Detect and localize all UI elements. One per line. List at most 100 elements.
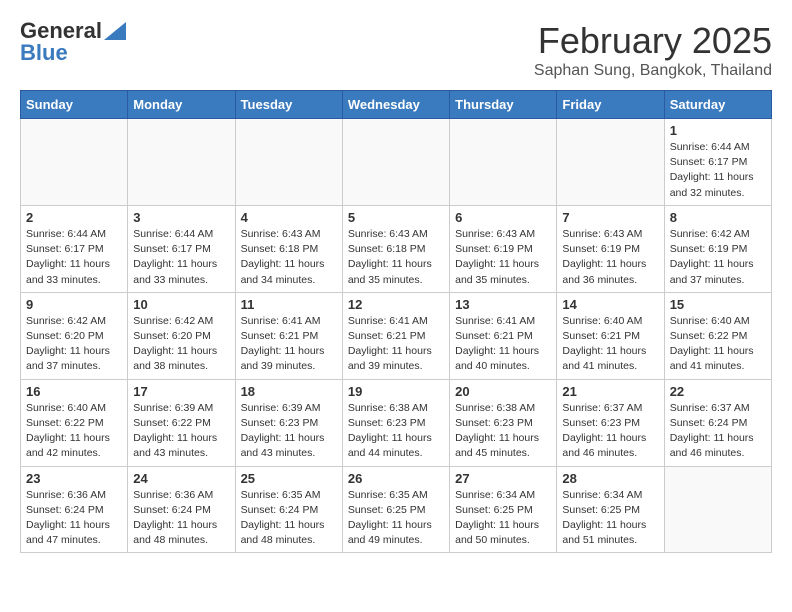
day-info: Sunrise: 6:36 AM Sunset: 6:24 PM Dayligh… [133, 488, 229, 549]
day-info: Sunrise: 6:44 AM Sunset: 6:17 PM Dayligh… [26, 227, 122, 288]
day-info: Sunrise: 6:40 AM Sunset: 6:22 PM Dayligh… [26, 401, 122, 462]
calendar-cell: 9 Sunrise: 6:42 AM Sunset: 6:20 PM Daylig… [21, 292, 128, 379]
day-info: Sunrise: 6:34 AM Sunset: 6:25 PM Dayligh… [562, 488, 658, 549]
day-number: 19 [348, 384, 444, 399]
day-number: 16 [26, 384, 122, 399]
logo-general-text: General [20, 20, 102, 42]
calendar-cell: 4 Sunrise: 6:43 AM Sunset: 6:18 PM Daylig… [235, 205, 342, 292]
calendar-cell: 20Sunrise: 6:38 AM Sunset: 6:23 PM Dayli… [450, 379, 557, 466]
day-number: 15 [670, 297, 766, 312]
calendar-cell: 24Sunrise: 6:36 AM Sunset: 6:24 PM Dayli… [128, 466, 235, 553]
calendar-cell [557, 119, 664, 206]
day-info: Sunrise: 6:44 AM Sunset: 6:17 PM Dayligh… [670, 140, 766, 201]
day-info: Sunrise: 6:38 AM Sunset: 6:23 PM Dayligh… [455, 401, 551, 462]
day-info: Sunrise: 6:37 AM Sunset: 6:24 PM Dayligh… [670, 401, 766, 462]
month-title: February 2025 [534, 20, 772, 62]
logo: General Blue [20, 20, 126, 64]
calendar-cell: 23 Sunrise: 6:36 AM Sunset: 6:24 PM Dayli… [21, 466, 128, 553]
day-number: 5 [348, 210, 444, 225]
day-info: Sunrise: 6:40 AM Sunset: 6:22 PM Dayligh… [670, 314, 766, 375]
calendar-cell: 17 Sunrise: 6:39 AM Sunset: 6:22 PM Dayli… [128, 379, 235, 466]
day-number: 26 [348, 471, 444, 486]
calendar-week-row: 9 Sunrise: 6:42 AM Sunset: 6:20 PM Daylig… [21, 292, 772, 379]
calendar-week-row: 1 Sunrise: 6:44 AM Sunset: 6:17 PM Daylig… [21, 119, 772, 206]
weekday-header-thursday: Thursday [450, 91, 557, 119]
day-number: 27 [455, 471, 551, 486]
calendar-week-row: 2 Sunrise: 6:44 AM Sunset: 6:17 PM Daylig… [21, 205, 772, 292]
calendar-cell: 5 Sunrise: 6:43 AM Sunset: 6:18 PM Daylig… [342, 205, 449, 292]
calendar-cell [342, 119, 449, 206]
calendar-cell: 3 Sunrise: 6:44 AM Sunset: 6:17 PM Daylig… [128, 205, 235, 292]
day-info: Sunrise: 6:36 AM Sunset: 6:24 PM Dayligh… [26, 488, 122, 549]
day-number: 6 [455, 210, 551, 225]
day-number: 1 [670, 123, 766, 138]
day-number: 28 [562, 471, 658, 486]
day-info: Sunrise: 6:43 AM Sunset: 6:18 PM Dayligh… [348, 227, 444, 288]
day-number: 11 [241, 297, 337, 312]
day-number: 2 [26, 210, 122, 225]
weekday-header-sunday: Sunday [21, 91, 128, 119]
day-number: 14 [562, 297, 658, 312]
day-number: 10 [133, 297, 229, 312]
calendar-week-row: 16 Sunrise: 6:40 AM Sunset: 6:22 PM Dayli… [21, 379, 772, 466]
day-info: Sunrise: 6:35 AM Sunset: 6:24 PM Dayligh… [241, 488, 337, 549]
day-number: 9 [26, 297, 122, 312]
weekday-header-tuesday: Tuesday [235, 91, 342, 119]
calendar-cell: 6 Sunrise: 6:43 AM Sunset: 6:19 PM Daylig… [450, 205, 557, 292]
page-header: General Blue February 2025 Saphan Sung, … [20, 20, 772, 80]
day-number: 12 [348, 297, 444, 312]
day-number: 18 [241, 384, 337, 399]
calendar-cell: 21Sunrise: 6:37 AM Sunset: 6:23 PM Dayli… [557, 379, 664, 466]
calendar-cell: 18 Sunrise: 6:39 AM Sunset: 6:23 PM Dayli… [235, 379, 342, 466]
calendar-cell [235, 119, 342, 206]
weekday-header-wednesday: Wednesday [342, 91, 449, 119]
day-number: 13 [455, 297, 551, 312]
calendar-cell: 22 Sunrise: 6:37 AM Sunset: 6:24 PM Dayli… [664, 379, 771, 466]
day-info: Sunrise: 6:41 AM Sunset: 6:21 PM Dayligh… [348, 314, 444, 375]
calendar-header-row: SundayMondayTuesdayWednesdayThursdayFrid… [21, 91, 772, 119]
day-number: 17 [133, 384, 229, 399]
day-info: Sunrise: 6:41 AM Sunset: 6:21 PM Dayligh… [241, 314, 337, 375]
day-info: Sunrise: 6:44 AM Sunset: 6:17 PM Dayligh… [133, 227, 229, 288]
day-info: Sunrise: 6:43 AM Sunset: 6:19 PM Dayligh… [562, 227, 658, 288]
calendar-cell: 14Sunrise: 6:40 AM Sunset: 6:21 PM Dayli… [557, 292, 664, 379]
calendar-cell [664, 466, 771, 553]
calendar-cell: 7Sunrise: 6:43 AM Sunset: 6:19 PM Daylig… [557, 205, 664, 292]
calendar-cell: 8Sunrise: 6:42 AM Sunset: 6:19 PM Daylig… [664, 205, 771, 292]
calendar-cell [21, 119, 128, 206]
weekday-header-saturday: Saturday [664, 91, 771, 119]
day-info: Sunrise: 6:34 AM Sunset: 6:25 PM Dayligh… [455, 488, 551, 549]
day-info: Sunrise: 6:42 AM Sunset: 6:20 PM Dayligh… [26, 314, 122, 375]
calendar-cell: 25 Sunrise: 6:35 AM Sunset: 6:24 PM Dayli… [235, 466, 342, 553]
calendar-cell: 27 Sunrise: 6:34 AM Sunset: 6:25 PM Dayli… [450, 466, 557, 553]
day-number: 8 [670, 210, 766, 225]
calendar-cell: 26 Sunrise: 6:35 AM Sunset: 6:25 PM Dayli… [342, 466, 449, 553]
calendar-table: SundayMondayTuesdayWednesdayThursdayFrid… [20, 90, 772, 553]
day-info: Sunrise: 6:39 AM Sunset: 6:23 PM Dayligh… [241, 401, 337, 462]
weekday-header-friday: Friday [557, 91, 664, 119]
calendar-cell [450, 119, 557, 206]
calendar-cell: 2 Sunrise: 6:44 AM Sunset: 6:17 PM Daylig… [21, 205, 128, 292]
day-info: Sunrise: 6:43 AM Sunset: 6:19 PM Dayligh… [455, 227, 551, 288]
day-number: 25 [241, 471, 337, 486]
calendar-cell: 13 Sunrise: 6:41 AM Sunset: 6:21 PM Dayli… [450, 292, 557, 379]
calendar-cell: 28 Sunrise: 6:34 AM Sunset: 6:25 PM Dayli… [557, 466, 664, 553]
calendar-cell: 12 Sunrise: 6:41 AM Sunset: 6:21 PM Dayli… [342, 292, 449, 379]
day-info: Sunrise: 6:41 AM Sunset: 6:21 PM Dayligh… [455, 314, 551, 375]
day-info: Sunrise: 6:37 AM Sunset: 6:23 PM Dayligh… [562, 401, 658, 462]
calendar-cell: 16 Sunrise: 6:40 AM Sunset: 6:22 PM Dayli… [21, 379, 128, 466]
day-number: 22 [670, 384, 766, 399]
weekday-header-monday: Monday [128, 91, 235, 119]
day-info: Sunrise: 6:35 AM Sunset: 6:25 PM Dayligh… [348, 488, 444, 549]
calendar-cell: 1 Sunrise: 6:44 AM Sunset: 6:17 PM Daylig… [664, 119, 771, 206]
day-info: Sunrise: 6:39 AM Sunset: 6:22 PM Dayligh… [133, 401, 229, 462]
calendar-cell: 15 Sunrise: 6:40 AM Sunset: 6:22 PM Dayli… [664, 292, 771, 379]
day-info: Sunrise: 6:42 AM Sunset: 6:20 PM Dayligh… [133, 314, 229, 375]
day-info: Sunrise: 6:43 AM Sunset: 6:18 PM Dayligh… [241, 227, 337, 288]
title-block: February 2025 Saphan Sung, Bangkok, Thai… [534, 20, 772, 80]
day-number: 4 [241, 210, 337, 225]
location-title: Saphan Sung, Bangkok, Thailand [534, 62, 772, 80]
day-number: 3 [133, 210, 229, 225]
day-number: 23 [26, 471, 122, 486]
logo-arrow-icon [104, 22, 126, 40]
